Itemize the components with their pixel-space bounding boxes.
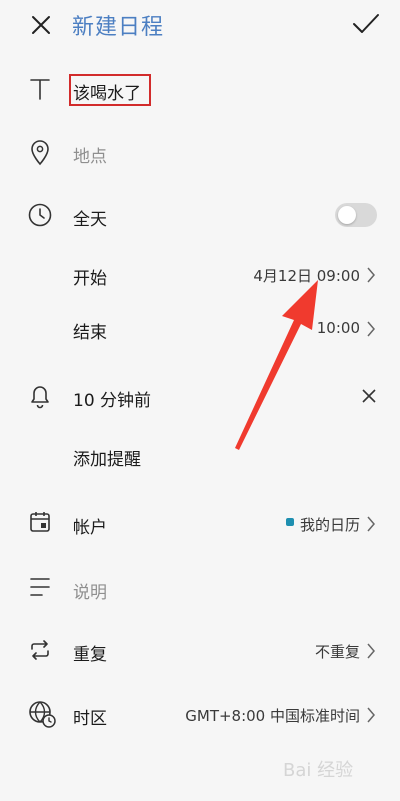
bell-icon: [31, 386, 49, 409]
event-title-input[interactable]: 该喝水了: [73, 79, 141, 104]
text-icon: [30, 79, 50, 100]
page-title: 新建日程: [72, 15, 165, 40]
end-label: 结束: [73, 323, 107, 343]
remove-reminder-icon[interactable]: [362, 389, 376, 403]
account-value[interactable]: 我的日历: [300, 514, 360, 535]
all-day-toggle[interactable]: [335, 203, 377, 227]
reminder-value: 10 分钟前: [73, 391, 152, 411]
chevron-right-icon[interactable]: [366, 642, 376, 660]
checkmark-icon[interactable]: [352, 12, 380, 36]
chevron-right-icon[interactable]: [366, 706, 376, 724]
clock-icon: [28, 203, 52, 227]
calendar-icon: [30, 512, 50, 532]
add-reminder-button[interactable]: 添加提醒: [73, 445, 141, 470]
chevron-right-icon[interactable]: [366, 515, 376, 533]
timezone-label: 时区: [73, 709, 107, 729]
start-label: 开始: [73, 269, 107, 289]
account-label: 帐户: [73, 518, 107, 538]
chevron-right-icon[interactable]: [366, 320, 376, 338]
chevron-right-icon[interactable]: [366, 266, 376, 284]
description-input[interactable]: 说明: [73, 578, 107, 603]
calendar-color-dot: [286, 518, 294, 526]
repeat-value[interactable]: 不重复: [315, 641, 360, 662]
repeat-icon: [31, 640, 49, 660]
watermark: Bai 经验: [283, 760, 354, 781]
app-header: 新建日程: [0, 0, 400, 56]
repeat-label: 重复: [73, 645, 107, 665]
all-day-label: 全天: [73, 210, 107, 230]
close-icon[interactable]: [30, 14, 52, 36]
location-pin-icon: [31, 140, 49, 166]
annotation-arrow: [235, 280, 318, 450]
timezone-value[interactable]: GMT+8:00 中国标准时间: [185, 705, 360, 726]
toggle-knob: [338, 206, 356, 224]
description-icon: [30, 578, 50, 596]
location-input[interactable]: 地点: [73, 142, 107, 167]
globe-clock-icon: [29, 701, 56, 728]
